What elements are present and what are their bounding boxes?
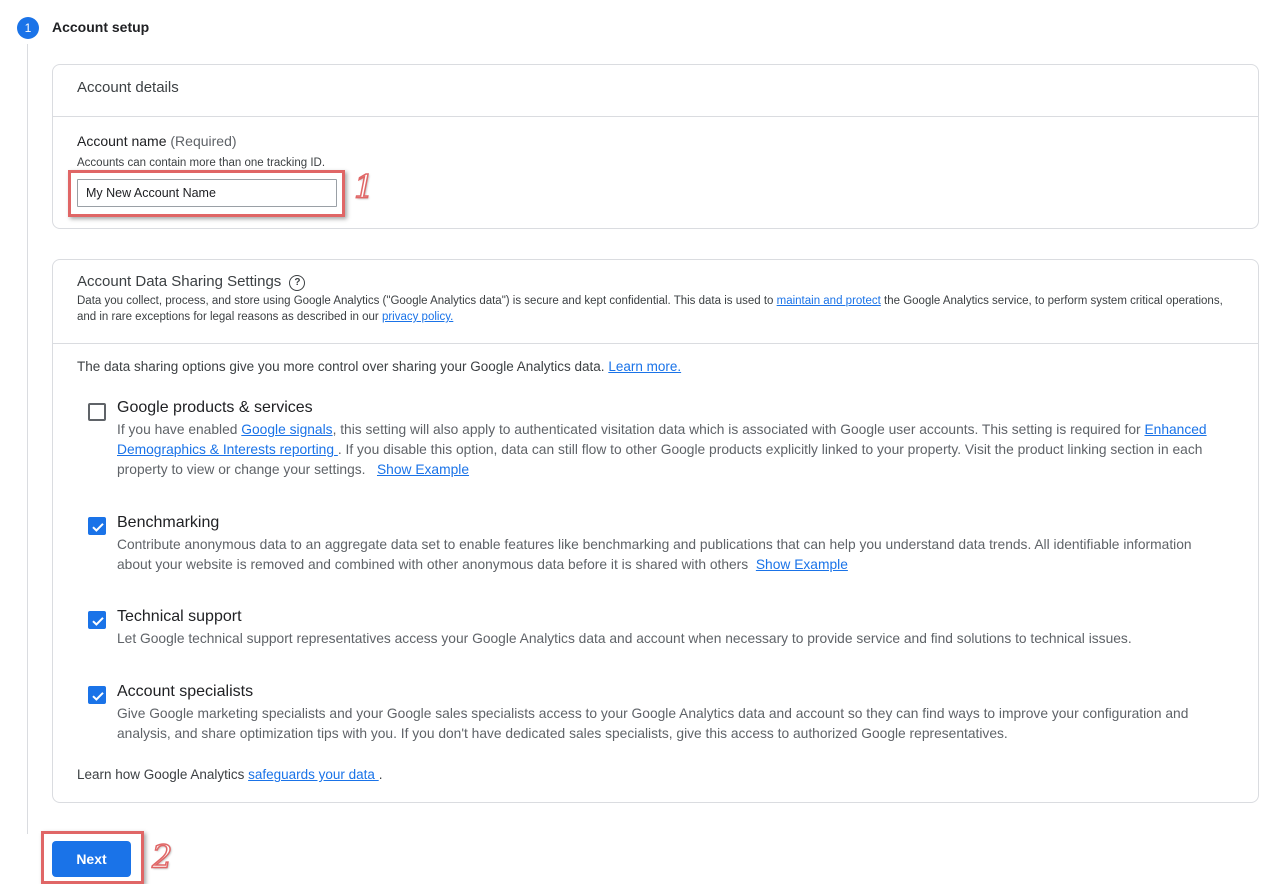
google-signals-link[interactable]: Google signals [241, 422, 332, 437]
safeguards-text: Learn how Google Analytics [77, 767, 249, 782]
google-products-description: If you have enabled Google signals, this… [117, 420, 1227, 480]
technical-support-checkbox[interactable] [88, 611, 106, 629]
google-products-title: Google products & services [117, 399, 313, 416]
checkmark-icon [92, 523, 104, 532]
benchmarking-description: Contribute anonymous data to an aggregat… [117, 535, 1227, 575]
account-name-hint: Accounts can contain more than one track… [77, 157, 326, 169]
annotation-marker-2: 2 [151, 837, 173, 877]
annotation-highlight-1 [68, 170, 345, 217]
required-tag: (Required) [170, 133, 237, 149]
account-details-title: Account details [77, 79, 179, 96]
show-example-link-google-products[interactable]: Show Example [377, 462, 469, 477]
google-products-checkbox[interactable] [88, 403, 106, 421]
account-name-label-text: Account name [77, 133, 167, 149]
account-details-header: Account details [53, 65, 1258, 117]
benchmarking-checkbox[interactable] [88, 517, 106, 535]
checkmark-icon [92, 692, 104, 701]
account-name-label: Account name (Required) [77, 133, 237, 149]
stepper-line [27, 44, 28, 834]
step-title: Account setup [52, 19, 150, 35]
data-sharing-title-row: Account Data Sharing Settings ? [77, 273, 306, 291]
data-sharing-title: Account Data Sharing Settings [77, 273, 282, 290]
account-specialists-title: Account specialists [117, 683, 254, 700]
annotation-marker-1: 1 [353, 167, 375, 207]
benchmarking-title: Benchmarking [117, 514, 220, 531]
account-specialists-checkbox[interactable] [88, 686, 106, 704]
benchmarking-desc-text: Contribute anonymous data to an aggregat… [117, 537, 1192, 572]
data-sharing-intro: The data sharing options give you more c… [77, 357, 681, 377]
data-sharing-description: Data you collect, process, and store usi… [77, 293, 1237, 325]
technical-support-title: Technical support [117, 608, 242, 625]
data-sharing-desc-text-1: Data you collect, process, and store usi… [77, 295, 777, 307]
google-products-desc-text-2: , this setting will also apply to authen… [332, 422, 1145, 437]
step-number-badge: 1 [17, 17, 39, 39]
checkmark-icon [92, 617, 104, 626]
safeguards-footer: Learn how Google Analytics safeguards yo… [77, 765, 382, 785]
next-button[interactable]: Next [52, 841, 131, 877]
learn-more-link[interactable]: Learn more. [608, 359, 681, 374]
data-sharing-intro-text: The data sharing options give you more c… [77, 359, 609, 374]
google-products-desc-text-1: If you have enabled [117, 422, 242, 437]
safeguards-link[interactable]: safeguards your data [248, 767, 379, 782]
safeguards-end: . [378, 767, 383, 782]
show-example-link-benchmarking[interactable]: Show Example [756, 557, 848, 572]
privacy-policy-link[interactable]: privacy policy. [382, 311, 453, 323]
account-specialists-description: Give Google marketing specialists and yo… [117, 706, 1189, 741]
technical-support-description: Let Google technical support representat… [117, 631, 1132, 646]
help-icon[interactable]: ? [289, 275, 306, 291]
maintain-protect-link[interactable]: maintain and protect [777, 295, 881, 307]
